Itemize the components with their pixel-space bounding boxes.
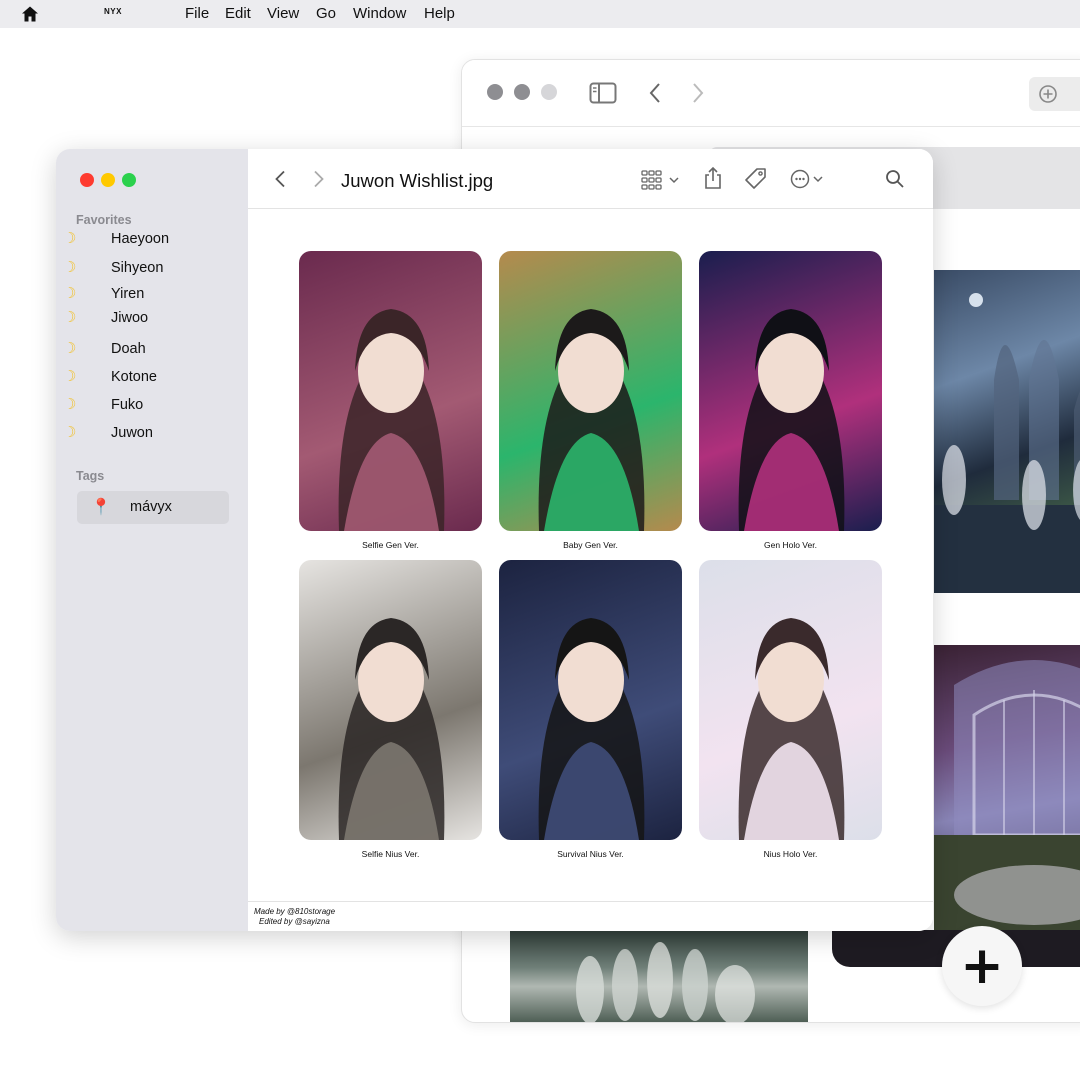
favorites-heading: Favorites <box>76 213 132 227</box>
crescent-moon-icon: ☽ <box>63 229 77 247</box>
more-options-icon[interactable] <box>790 169 830 189</box>
photocard-item[interactable]: Selfie Nius Ver. <box>299 560 482 859</box>
photocard-caption: Survival Nius Ver. <box>557 849 624 859</box>
grid-view-icon[interactable] <box>641 170 681 190</box>
add-tab-button[interactable] <box>1029 77 1080 111</box>
finder-toolbar: Juwon Wishlist.jpg <box>248 149 933 209</box>
circle-plus-icon <box>1039 85 1057 103</box>
crescent-moon-icon: ☽ <box>63 258 77 276</box>
concept-photo-ruins <box>934 270 1080 593</box>
sidebar-tag-mavyx[interactable]: 📍 mávyx <box>77 491 229 524</box>
photocard-item[interactable]: Survival Nius Ver. <box>499 560 682 859</box>
back-chevron-icon[interactable] <box>648 82 662 104</box>
forward-chevron-icon[interactable] <box>691 82 705 104</box>
close-button[interactable] <box>487 84 503 100</box>
zoom-button[interactable] <box>122 173 136 187</box>
photocard-caption: Gen Holo Ver. <box>764 540 817 550</box>
photocard-caption: Baby Gen Ver. <box>563 540 618 550</box>
sidebar: Favorites ☽ Haeyoon ☽ Sihyeon ☽ Yiren ☽ … <box>56 149 248 931</box>
menu-edit[interactable]: Edit <box>225 5 251 22</box>
sidebar-item-jiwoo[interactable]: ☽ Jiwoo <box>56 308 248 330</box>
window-title: Juwon Wishlist.jpg <box>341 170 494 191</box>
photocard-image <box>499 251 682 531</box>
photocard-caption: Selfie Nius Ver. <box>361 849 420 859</box>
crescent-moon-icon: ☽ <box>63 339 77 357</box>
crescent-moon-icon: ☽ <box>63 423 77 441</box>
close-button[interactable] <box>80 173 94 187</box>
minimize-button[interactable] <box>101 173 115 187</box>
photocard-item[interactable]: Gen Holo Ver. <box>699 251 882 550</box>
photocard-caption: Selfie Gen Ver. <box>362 540 419 550</box>
credits-footer: Made by @810storage Edited by @sayizna <box>248 901 933 931</box>
sidebar-item-juwon[interactable]: ☽ Juwon <box>56 423 248 445</box>
crescent-moon-icon: ☽ <box>63 367 77 385</box>
concept-photo-group <box>510 930 808 1022</box>
menu-window[interactable]: Window <box>353 5 406 22</box>
pin-icon: 📍 <box>91 497 111 516</box>
sidebar-item-fuko[interactable]: ☽ Fuko <box>56 395 248 417</box>
edited-by-credit: Edited by @sayizna <box>259 917 330 926</box>
menu-help[interactable]: Help <box>424 5 455 22</box>
sidebar-item-doah[interactable]: ☽ Doah <box>56 339 248 361</box>
crescent-moon-icon: ☽ <box>63 395 77 413</box>
finder-content: Juwon Wishlist.jpg Selfie Gen Ver. Baby … <box>248 149 933 931</box>
zoom-button[interactable] <box>541 84 557 100</box>
background-toolbar <box>462 60 1080 127</box>
menu-file[interactable]: File <box>185 5 209 22</box>
back-chevron-icon[interactable] <box>274 170 286 188</box>
sidebar-item-haeyoon[interactable]: ☽ Haeyoon <box>56 229 248 251</box>
sidebar-item-yiren[interactable]: ☽ Yiren <box>56 284 248 306</box>
photocard-caption: Nius Holo Ver. <box>763 849 818 859</box>
photocard-image <box>499 560 682 840</box>
photocard-image <box>299 560 482 840</box>
crescent-moon-icon: ☽ <box>63 284 77 302</box>
sidebar-toggle-icon[interactable] <box>589 82 617 104</box>
photocard-image <box>699 560 882 840</box>
tags-heading: Tags <box>76 469 105 483</box>
photocard-item[interactable]: Baby Gen Ver. <box>499 251 682 550</box>
tag-icon[interactable] <box>744 167 768 191</box>
add-button[interactable]: + <box>942 926 1022 1006</box>
sidebar-item-sihyeon[interactable]: ☽ Sihyeon <box>56 258 248 280</box>
menu-bar: NYX File Edit View Go Window Help <box>0 0 1080 28</box>
forward-chevron-icon[interactable] <box>313 170 325 188</box>
photocard-item[interactable]: Nius Holo Ver. <box>699 560 882 859</box>
menu-view[interactable]: View <box>267 5 299 22</box>
minimize-button[interactable] <box>514 84 530 100</box>
photocard-image <box>699 251 882 531</box>
concept-photo-greenhouse <box>934 645 1080 967</box>
menu-go[interactable]: Go <box>316 5 336 22</box>
sidebar-item-kotone[interactable]: ☽ Kotone <box>56 367 248 389</box>
share-icon[interactable] <box>703 166 723 190</box>
finder-window: Favorites ☽ Haeyoon ☽ Sihyeon ☽ Yiren ☽ … <box>56 149 933 931</box>
photocard-item[interactable]: Selfie Gen Ver. <box>299 251 482 550</box>
search-icon[interactable] <box>885 169 905 189</box>
made-by-credit: Made by @810storage <box>254 907 336 916</box>
photocard-image <box>299 251 482 531</box>
app-name[interactable]: NYX <box>104 7 122 16</box>
home-icon[interactable] <box>21 5 39 23</box>
crescent-moon-icon: ☽ <box>63 308 77 326</box>
